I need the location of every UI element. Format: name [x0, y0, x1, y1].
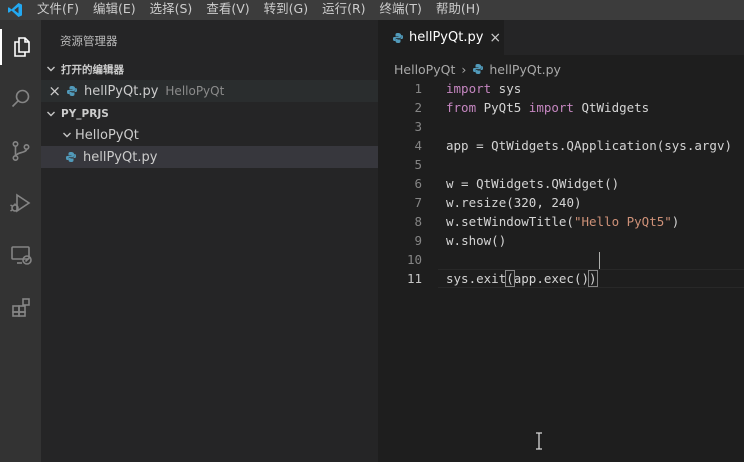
line-number-gutter: 1 2 3 4 5 6 7 8 9 10 11	[378, 79, 422, 288]
code-line-9: w.show()	[446, 233, 507, 248]
chevron-down-icon	[41, 64, 61, 74]
python-file-icon	[472, 63, 484, 75]
python-file-icon	[392, 32, 404, 44]
code-line-7: w.resize(320, 240)	[446, 195, 582, 210]
text-cursor	[599, 252, 600, 269]
code-line-6: w = QtWidgets.QWidget()	[446, 176, 620, 191]
python-file-icon	[66, 85, 78, 97]
code-line-11: sys.exit(app.exec())	[446, 270, 598, 287]
code-line-4: app = QtWidgets.QApplication(sys.argv)	[446, 138, 732, 153]
line-number: 8	[414, 214, 422, 229]
line-number: 1	[414, 81, 422, 96]
chevron-down-icon	[41, 109, 61, 119]
chevron-down-icon	[59, 130, 75, 140]
explorer-icon[interactable]	[0, 29, 41, 65]
breadcrumb-file[interactable]: hellPyQt.py	[489, 62, 561, 77]
search-icon[interactable]	[0, 81, 41, 117]
line-number: 6	[414, 176, 422, 191]
menu-selection[interactable]: 选择(S)	[143, 0, 200, 20]
open-editors-header[interactable]: 打开的编辑器	[41, 59, 378, 79]
menu-terminal[interactable]: 终端(T)	[373, 0, 429, 20]
breadcrumb: HelloPyQt › hellPyQt.py	[394, 60, 561, 78]
menu-edit[interactable]: 编辑(E)	[86, 0, 143, 20]
menu-help[interactable]: 帮助(H)	[429, 0, 487, 20]
line-number: 7	[414, 195, 422, 210]
remote-explorer-icon[interactable]	[0, 237, 41, 273]
line-number: 9	[414, 233, 422, 248]
menu-run[interactable]: 运行(R)	[315, 0, 372, 20]
mouse-ibeam-cursor-icon	[534, 432, 544, 450]
line-number: 2	[414, 100, 422, 115]
run-debug-icon[interactable]	[0, 185, 41, 221]
tab-hellpyqt[interactable]: hellPyQt.py ×	[378, 20, 504, 55]
code-line-8: w.setWindowTitle("Hello PyQt5")	[446, 214, 680, 229]
workspace-header[interactable]: PY_PRJS	[41, 104, 378, 124]
line-number: 11	[406, 271, 422, 286]
menu-go[interactable]: 转到(G)	[257, 0, 315, 20]
python-file-icon	[65, 151, 77, 163]
tree-folder-hellopyqt[interactable]: HelloPyQt	[41, 124, 378, 146]
explorer-sidebar: 资源管理器 打开的编辑器 × hellPyQt.py HelloPyQt PY_…	[41, 20, 378, 462]
code-line-1: import sys	[446, 81, 522, 96]
tree-file-hellpyqt[interactable]: hellPyQt.py	[41, 146, 378, 168]
open-editor-item[interactable]: × hellPyQt.py HelloPyQt	[41, 80, 378, 102]
code-editor[interactable]: import sys from PyQt5 import QtWidgets a…	[446, 79, 744, 288]
code-line-2: from PyQt5 import QtWidgets	[446, 100, 650, 115]
line-number: 5	[414, 157, 422, 172]
file-label: hellPyQt.py	[83, 149, 158, 165]
editor-area: hellPyQt.py × HelloPyQt › hellPyQt.py 1 …	[378, 20, 744, 462]
menu-file[interactable]: 文件(F)	[30, 0, 86, 20]
source-control-icon[interactable]	[0, 133, 41, 169]
line-number: 10	[406, 252, 422, 267]
close-icon[interactable]: ×	[41, 82, 61, 100]
vscode-logo-icon[interactable]	[0, 0, 30, 20]
breadcrumb-folder[interactable]: HelloPyQt	[394, 62, 455, 77]
menu-view[interactable]: 查看(V)	[199, 0, 256, 20]
open-editor-filename: hellPyQt.py	[84, 83, 159, 99]
breadcrumb-separator: ›	[461, 61, 467, 77]
sidebar-title: 资源管理器	[60, 34, 118, 48]
workspace-label: PY_PRJS	[61, 108, 109, 120]
open-editors-label: 打开的编辑器	[61, 63, 124, 76]
open-editor-description: HelloPyQt	[165, 84, 225, 98]
line-number: 3	[414, 119, 422, 134]
tab-bar: hellPyQt.py ×	[378, 20, 744, 55]
activity-bar	[0, 20, 41, 462]
folder-label: HelloPyQt	[75, 127, 139, 143]
tab-close-icon[interactable]: ×	[489, 30, 501, 46]
extensions-icon[interactable]	[0, 289, 41, 325]
tab-label: hellPyQt.py	[409, 30, 484, 45]
menu-bar: 文件(F) 编辑(E) 选择(S) 查看(V) 转到(G) 运行(R) 终端(T…	[0, 0, 744, 20]
line-number: 4	[414, 138, 422, 153]
